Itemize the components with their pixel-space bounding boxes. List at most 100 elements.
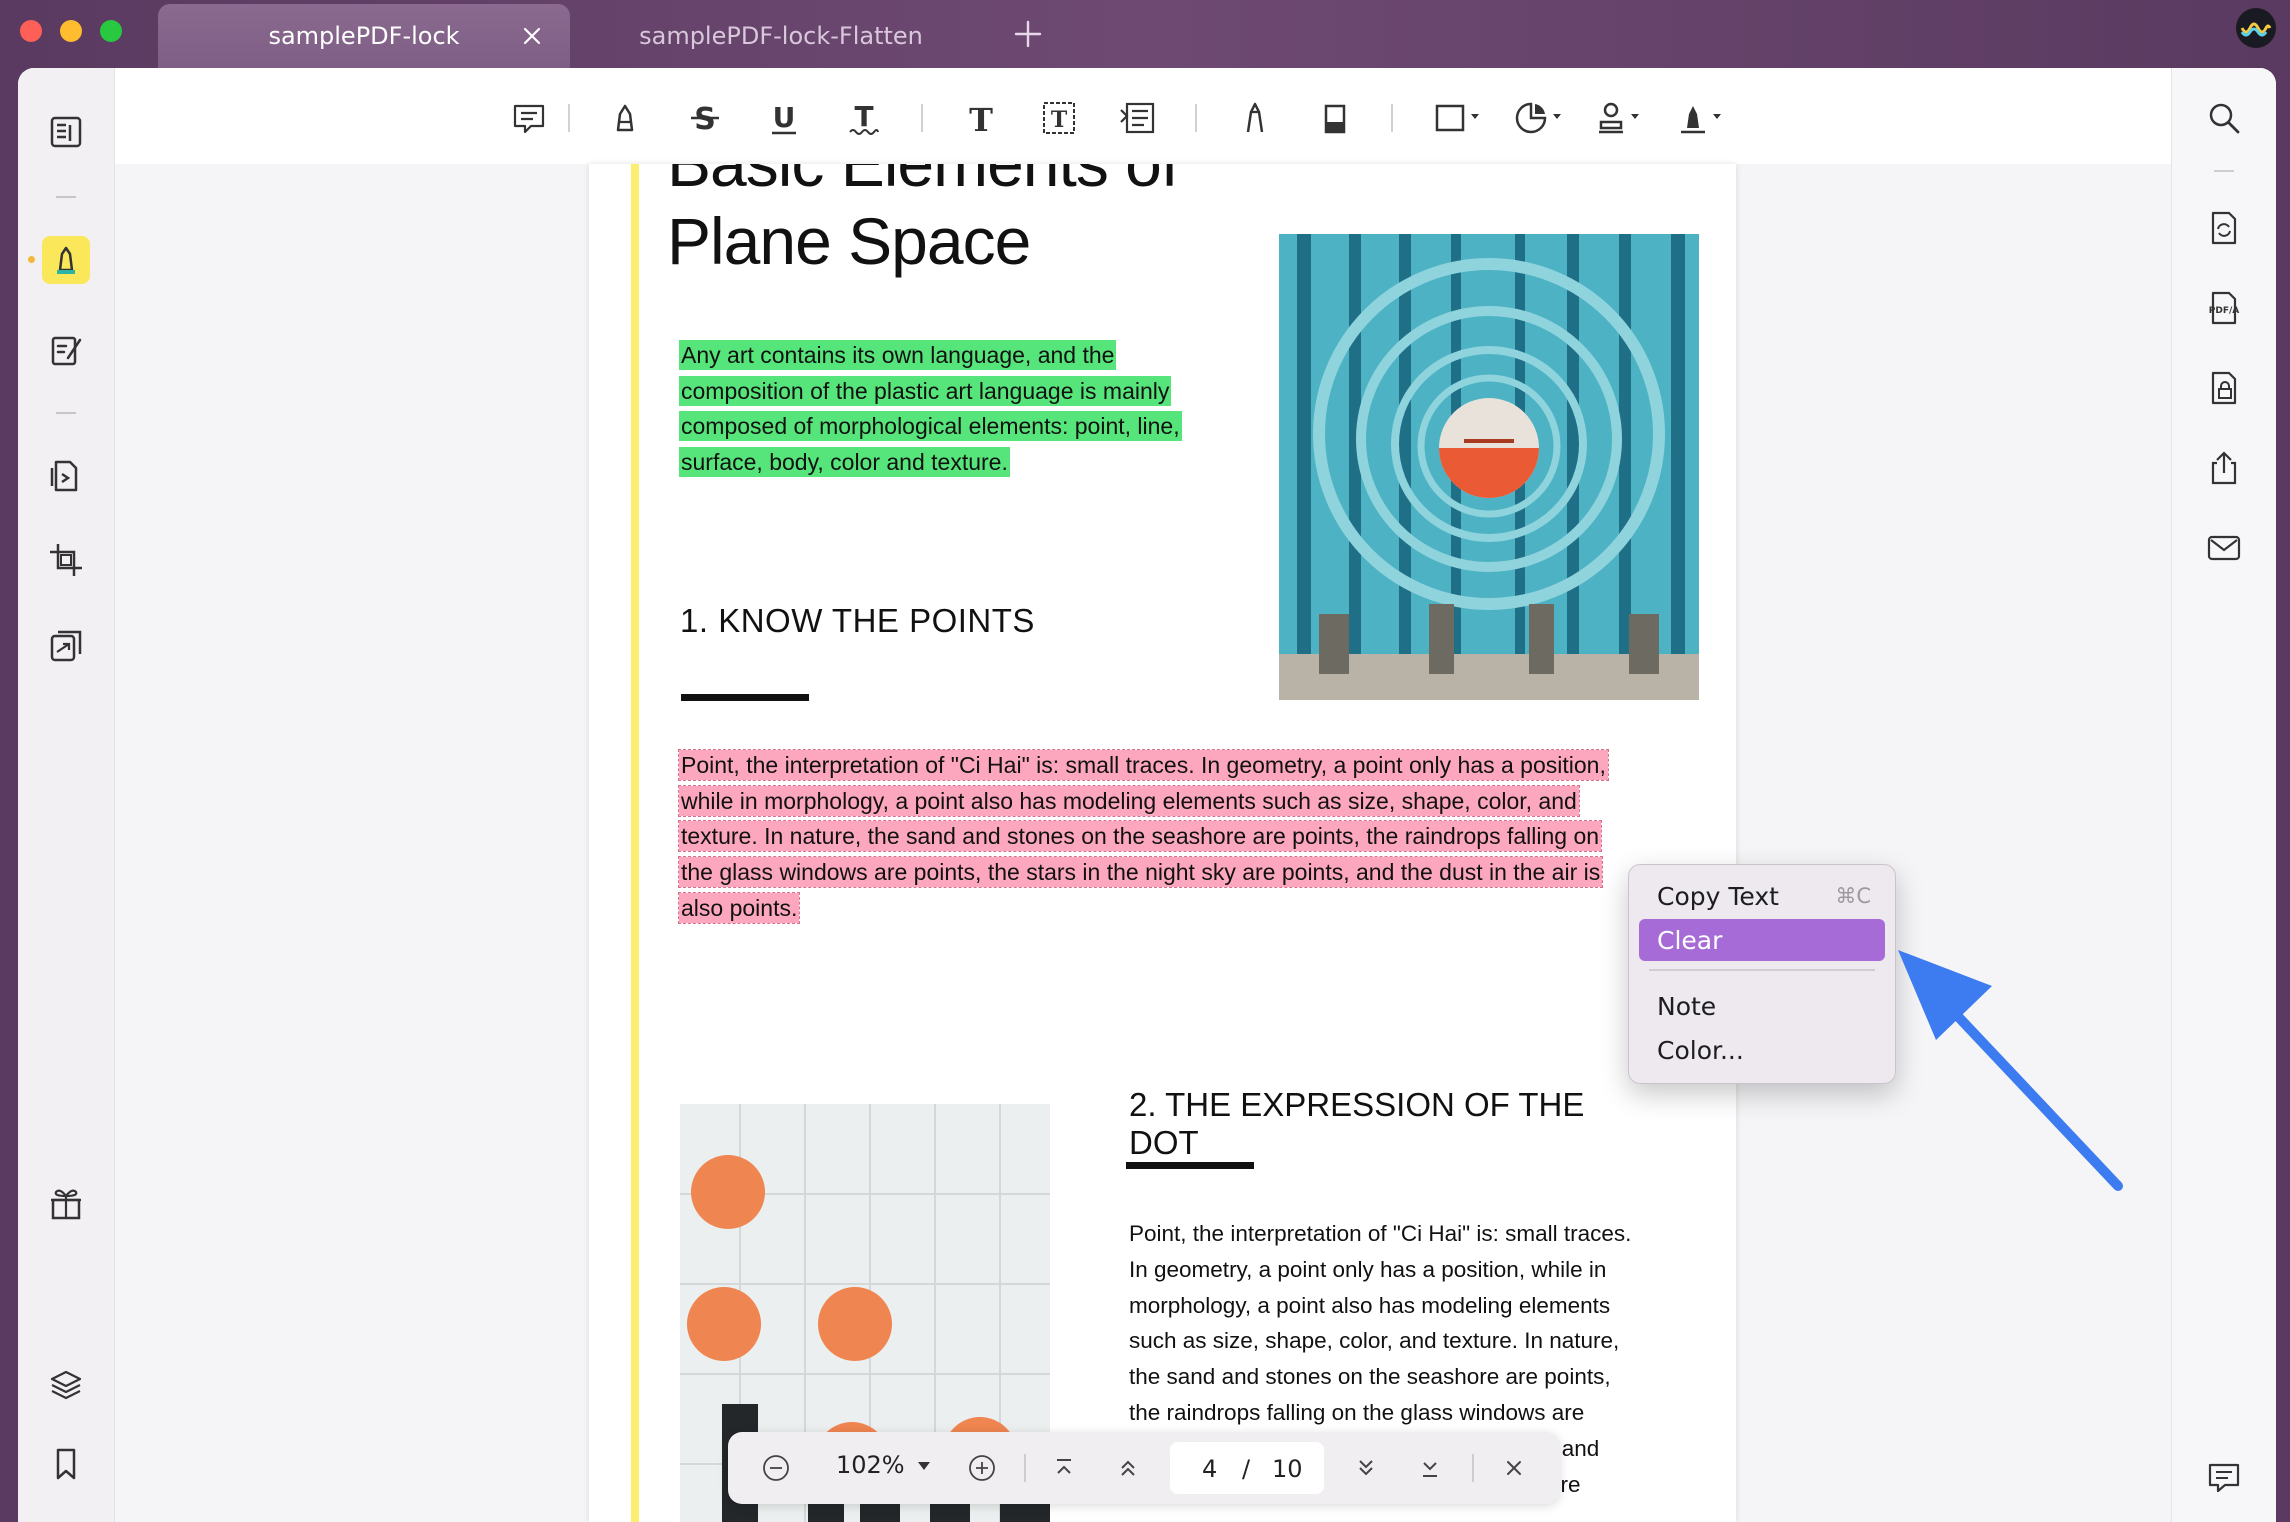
- concentric-arches-photo: [1279, 234, 1699, 700]
- page-number-box[interactable]: 4 / 10: [1170, 1442, 1324, 1494]
- tab-samplepdf-lock[interactable]: samplePDF-lock: [158, 4, 570, 68]
- share-icon[interactable]: [2202, 446, 2246, 490]
- avatar[interactable]: [2236, 8, 2276, 48]
- svg-text:U: U: [773, 101, 796, 134]
- total-pages: 10: [1272, 1455, 1303, 1483]
- app-logo-icon: [2240, 22, 2272, 37]
- eraser-icon[interactable]: [1311, 94, 1359, 142]
- chevron-down-icon[interactable]: [918, 1462, 930, 1470]
- highlight-icon[interactable]: [601, 94, 649, 142]
- svg-text:S: S: [694, 102, 716, 137]
- page-separator: /: [1242, 1455, 1251, 1483]
- gift-icon[interactable]: [42, 1180, 90, 1228]
- crop-icon[interactable]: [42, 536, 90, 584]
- zoom-in-icon[interactable]: [964, 1450, 1000, 1486]
- convert-icon[interactable]: [2202, 206, 2246, 250]
- menu-item-color[interactable]: Color...: [1639, 1029, 1885, 1071]
- green-highlight-annotation[interactable]: Any art contains its own language, and t…: [679, 338, 1199, 480]
- sidebar-divider: [56, 412, 76, 414]
- zoom-window-button[interactable]: [100, 20, 122, 42]
- minimize-window-button[interactable]: [60, 20, 82, 42]
- last-page-icon[interactable]: [1412, 1450, 1448, 1486]
- sidebar-divider: [56, 196, 76, 198]
- highlighted-line[interactable]: Any art contains its own language, and t…: [679, 340, 1117, 370]
- compare-icon[interactable]: [42, 622, 90, 670]
- annotation-toolbar: S U T T T: [115, 68, 2172, 164]
- text-line: the raindrops falling on the glass windo…: [1129, 1399, 1585, 1425]
- toolbar-divider: [1391, 104, 1393, 132]
- menu-item-label: Clear: [1657, 925, 1723, 955]
- left-sidebar: [18, 68, 115, 1522]
- new-tab-icon[interactable]: [1012, 18, 1044, 50]
- text-callout-icon[interactable]: [1113, 94, 1161, 142]
- highlighted-line[interactable]: texture. In nature, the sand and stones …: [677, 820, 1603, 853]
- sidebar-divider: [2214, 170, 2234, 172]
- text-icon[interactable]: T: [957, 94, 1005, 142]
- sticker-icon[interactable]: [1509, 94, 1569, 142]
- highlighter-icon[interactable]: [42, 236, 90, 284]
- svg-text:PDF/A: PDF/A: [2209, 306, 2240, 316]
- comments-icon[interactable]: [2202, 1456, 2246, 1500]
- section-heading: 1. KNOW THE POINTS: [680, 602, 1035, 639]
- bookmark-icon[interactable]: [42, 1440, 90, 1488]
- highlighted-line[interactable]: the glass windows are points, the stars …: [677, 856, 1604, 889]
- underline-icon[interactable]: U: [760, 94, 808, 142]
- title-line: Plane Space: [667, 204, 1031, 278]
- menu-item-note[interactable]: Note: [1639, 985, 1885, 1027]
- stamp-icon[interactable]: [1589, 94, 1649, 142]
- menu-shortcut: ⌘C: [1835, 884, 1871, 908]
- active-indicator: [28, 256, 35, 263]
- email-icon[interactable]: [2202, 526, 2246, 570]
- signature-icon[interactable]: [1671, 94, 1731, 142]
- search-icon[interactable]: [2202, 96, 2246, 140]
- text-line: morphology, a point also has modeling el…: [1129, 1292, 1611, 1318]
- next-page-icon[interactable]: [1348, 1450, 1384, 1486]
- zoom-level[interactable]: 102%: [836, 1451, 905, 1479]
- text-line: the sand and stones on the seashore are …: [1129, 1364, 1611, 1390]
- pencil-icon[interactable]: [1231, 94, 1279, 142]
- title-bar: samplePDF-lock samplePDF-lock-Flatten: [0, 0, 2290, 68]
- zoom-out-icon[interactable]: [758, 1450, 794, 1486]
- close-icon[interactable]: [1496, 1450, 1532, 1486]
- right-sidebar: PDF/A: [2171, 68, 2276, 1522]
- menu-item-copy-text[interactable]: Copy Text ⌘C: [1639, 875, 1885, 917]
- protect-icon[interactable]: [2202, 366, 2246, 410]
- highlighted-line[interactable]: while in morphology, a point also has mo…: [678, 784, 1580, 817]
- strikethrough-icon[interactable]: S: [681, 94, 729, 142]
- highlighted-line[interactable]: also points.: [677, 891, 801, 924]
- close-icon[interactable]: [518, 22, 546, 50]
- textbox-icon[interactable]: T: [1035, 94, 1083, 142]
- organize-pages-icon[interactable]: [42, 452, 90, 500]
- current-page[interactable]: 4: [1202, 1455, 1217, 1483]
- svg-text:T: T: [854, 100, 873, 133]
- reader-icon[interactable]: [42, 108, 90, 156]
- tab-samplepdf-lock-flatten[interactable]: samplePDF-lock-Flatten: [575, 4, 987, 68]
- pdfa-icon[interactable]: PDF/A: [2202, 286, 2246, 330]
- pink-highlight-annotation-selected[interactable]: Point, the interpretation of "Ci Hai" is…: [677, 748, 1689, 927]
- menu-divider: [1649, 969, 1875, 971]
- text-line: Point, the interpretation of "Ci Hai" is…: [1129, 1221, 1632, 1246]
- menu-item-label: Copy Text: [1657, 881, 1779, 911]
- svg-text:T: T: [1051, 107, 1068, 133]
- highlighted-line[interactable]: composed of morphological elements: poin…: [679, 411, 1182, 441]
- highlighted-line[interactable]: Point, the interpretation of "Ci Hai" is…: [678, 749, 1609, 781]
- layers-icon[interactable]: [42, 1360, 90, 1408]
- app-window: S U T T T Plane Space Any art contains i…: [18, 68, 2276, 1522]
- highlighted-line[interactable]: surface, body, color and texture.: [679, 446, 1010, 477]
- previous-page-icon[interactable]: [1110, 1450, 1146, 1486]
- toolbar-divider: [921, 104, 923, 132]
- section-underline: [681, 694, 809, 701]
- highlighted-line[interactable]: composition of the plastic art language …: [679, 375, 1172, 406]
- menu-item-clear[interactable]: Clear: [1639, 919, 1885, 961]
- pdf-page[interactable]: Basic Elements of Plane Space Any art co…: [589, 164, 1736, 1522]
- shape-icon[interactable]: [1429, 94, 1489, 142]
- first-page-icon[interactable]: [1046, 1450, 1082, 1486]
- edit-pdf-icon[interactable]: [42, 326, 90, 374]
- svg-text:T: T: [969, 101, 993, 138]
- heading-line: DOT: [1129, 1124, 1199, 1161]
- close-window-button[interactable]: [20, 20, 42, 42]
- squiggly-underline-icon[interactable]: T: [840, 94, 888, 142]
- heading-line: 2. THE EXPRESSION OF THE: [1129, 1086, 1585, 1123]
- comment-icon[interactable]: [505, 94, 553, 142]
- annotation-arrow-icon: [1898, 950, 2123, 1191]
